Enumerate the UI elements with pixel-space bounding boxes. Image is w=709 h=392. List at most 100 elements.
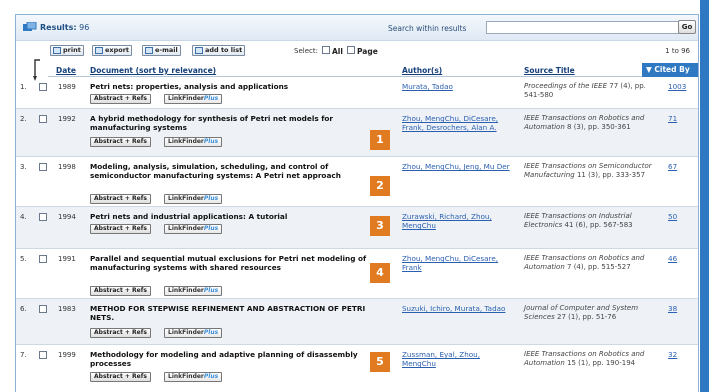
row-checkbox[interactable] [39,115,47,123]
row-source-detail: 7 (4), pp. 515-527 [567,263,631,271]
abstract-refs-button[interactable]: Abstract + Refs [90,286,151,296]
row-number: 7. [20,351,27,359]
row-title[interactable]: Parallel and sequential mutual exclusion… [90,254,382,272]
row-title[interactable]: Modeling, analysis, simulation, scheduli… [90,162,382,180]
row-source-detail: 41 (6), pp. 567-583 [564,221,633,229]
linkfinder-button[interactable]: LinkFinderPlus [164,194,223,204]
select-all-checkbox[interactable] [322,46,330,54]
row-authors[interactable]: Suzuki, Ichiro, Murata, Tadao [402,304,514,313]
results-panel: Results: 96 Search within results Go pri… [15,14,699,392]
linkfinder-label: LinkFinder [168,287,204,294]
row-source: IEEE Transactions on Robotics and Automa… [524,254,652,272]
email-icon [145,47,153,54]
column-author[interactable]: Author(s) [402,66,442,75]
table-row: 6. 1983 METHOD FOR STEPWISE REFINEMENT A… [16,299,698,345]
row-source: Journal of Computer and System Sciences … [524,304,652,322]
row-year: 1989 [58,83,76,91]
export-button[interactable]: export [92,45,133,56]
row-source-detail: 27 (1), pp. 51-76 [557,313,617,321]
row-checkbox[interactable] [39,351,47,359]
row-checkbox[interactable] [39,163,47,171]
row-checkbox[interactable] [39,305,47,313]
row-year: 1999 [58,351,76,359]
row-year: 1994 [58,213,76,221]
column-cited-by[interactable]: ▼ Cited By [642,63,698,77]
results-count-text: Results: 96 [40,23,89,32]
abstract-refs-button[interactable]: Abstract + Refs [90,194,151,204]
row-source-detail: 15 (1), pp. 190-194 [567,359,636,367]
callout-badge-4: 4 [370,263,390,283]
row-cited-by[interactable]: 50 [668,212,677,221]
row-checkbox[interactable] [39,83,47,91]
print-icon [53,47,61,54]
row-authors[interactable]: Zhou, MengChu, DiCesare, Frank, Desroche… [402,114,514,132]
results-label: Results: [40,23,77,32]
callout-badge-5: 5 [370,352,390,372]
abstract-refs-button[interactable]: Abstract + Refs [90,224,151,234]
add-to-list-label: add to list [205,46,243,54]
column-source-title[interactable]: Source Title [524,66,575,75]
select-label: Select: [294,47,318,55]
row-authors[interactable]: Murata, Tadao [402,82,514,91]
linkfinder-button[interactable]: LinkFinderPlus [164,137,223,147]
linkfinder-plus-label: Plus [203,138,219,145]
linkfinder-plus-label: Plus [203,329,219,336]
row-cited-by[interactable]: 71 [668,114,677,123]
abstract-refs-button[interactable]: Abstract + Refs [90,372,151,382]
row-title[interactable]: Methodology for modeling and adaptive pl… [90,350,382,368]
row-checkbox[interactable] [39,255,47,263]
row-checkbox[interactable] [39,213,47,221]
callout-badge-2: 2 [370,176,390,196]
print-button[interactable]: print [50,45,84,56]
add-to-list-icon [195,47,203,54]
linkfinder-button[interactable]: LinkFinderPlus [164,224,223,234]
linkfinder-button[interactable]: LinkFinderPlus [164,372,223,382]
row-number: 5. [20,255,27,263]
row-source-journal: Proceedings of the IEEE [524,82,608,90]
abstract-refs-button[interactable]: Abstract + Refs [90,137,151,147]
row-number: 6. [20,305,27,313]
row-cited-by[interactable]: 1003 [668,82,686,91]
row-authors[interactable]: Zurawski, Richard, Zhou, MengChu [402,212,514,230]
results-count: 96 [79,23,90,32]
linkfinder-button[interactable]: LinkFinderPlus [164,94,223,104]
row-authors[interactable]: Zussman, Eyal, Zhou, MengChu [402,350,514,368]
row-authors[interactable]: Zhou, MengChu, Jeng, Mu Der [402,162,514,171]
search-within-input[interactable] [486,21,682,34]
row-title[interactable]: METHOD FOR STEPWISE REFINEMENT AND ABSTR… [90,304,382,322]
row-title[interactable]: Petri nets and industrial applications: … [90,212,382,221]
table-row: 2. 1992 A hybrid methodology for synthes… [16,109,698,157]
row-title[interactable]: A hybrid methodology for synthesis of Pe… [90,114,382,132]
linkfinder-button[interactable]: LinkFinderPlus [164,328,223,338]
email-button[interactable]: e-mail [142,45,181,56]
row-year: 1998 [58,163,76,171]
row-cited-by[interactable]: 46 [668,254,677,263]
row-number: 4. [20,213,27,221]
search-within-label: Search within results [388,24,467,33]
row-cited-by[interactable]: 32 [668,350,677,359]
row-source-detail: 8 (3), pp. 350-361 [567,123,631,131]
row-authors[interactable]: Zhou, MengChu, DiCesare, Frank [402,254,514,272]
row-title[interactable]: Petri nets: properties, analysis and app… [90,82,382,91]
export-label: export [105,46,130,54]
select-all-label: All [332,47,343,56]
row-cited-by[interactable]: 38 [668,304,677,313]
go-button[interactable]: Go [678,20,696,34]
column-date[interactable]: Date [56,66,76,75]
select-page-checkbox[interactable] [347,46,355,54]
results-table-header: Date Document (sort by relevance) Author… [48,63,698,77]
column-document[interactable]: Document (sort by relevance) [90,66,216,75]
table-row: 4. 1994 Petri nets and industrial applic… [16,207,698,249]
row-number: 1. [20,83,27,91]
abstract-refs-button[interactable]: Abstract + Refs [90,94,151,104]
row-year: 1992 [58,115,76,123]
abstract-refs-button[interactable]: Abstract + Refs [90,328,151,338]
add-to-list-button[interactable]: add to list [192,45,246,56]
row-source-detail: 11 (3), pp. 333-357 [576,171,646,179]
linkfinder-label: LinkFinder [168,195,204,202]
select-page-label: Page [357,47,378,56]
row-cited-by[interactable]: 67 [668,162,677,171]
row-year: 1983 [58,305,76,313]
linkfinder-plus-label: Plus [203,287,219,294]
linkfinder-button[interactable]: LinkFinderPlus [164,286,223,296]
